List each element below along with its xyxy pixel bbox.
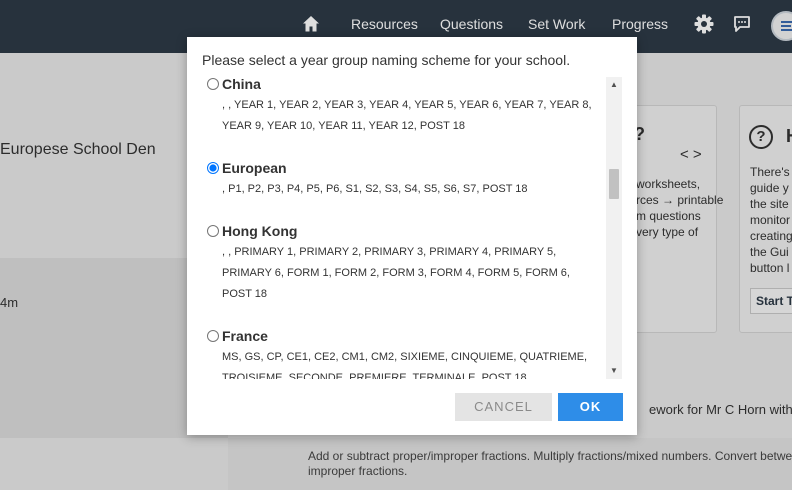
scheme-radio-hong-kong[interactable] [207,225,219,237]
dialog-title: Please select a year group naming scheme… [202,52,571,68]
scheme-name: Hong Kong [222,223,298,239]
scheme-list-scroll-area[interactable]: China , , YEAR 1, YEAR 2, YEAR 3, YEAR 4… [202,77,622,379]
scheme-name: France [222,328,268,344]
cancel-button[interactable]: CANCEL [455,393,552,421]
scheme-name: European [222,160,287,176]
year-group-scheme-dialog: Please select a year group naming scheme… [187,37,637,435]
scrollbar[interactable]: ▲ ▼ [606,77,622,379]
scheme-radio-china[interactable] [207,78,219,90]
ok-button[interactable]: OK [558,393,623,421]
scheme-years: , P1, P2, P3, P4, P5, P6, S1, S2, S3, S4… [222,183,528,195]
scheme-years: , , YEAR 1, YEAR 2, YEAR 3, YEAR 4, YEAR… [222,99,592,132]
arrow-down-icon[interactable]: ▼ [606,363,622,379]
scheme-radio-european[interactable] [207,162,219,174]
arrow-up-icon[interactable]: ▲ [606,77,622,93]
scheme-years: MS, GS, CP, CE1, CE2, CM1, CM2, SIXIEME,… [222,351,588,379]
scheme-name: China [222,77,261,92]
scrollbar-thumb[interactable] [609,169,619,199]
scheme-radio-france[interactable] [207,330,219,342]
scheme-years: , , PRIMARY 1, PRIMARY 2, PRIMARY 3, PRI… [222,246,570,300]
